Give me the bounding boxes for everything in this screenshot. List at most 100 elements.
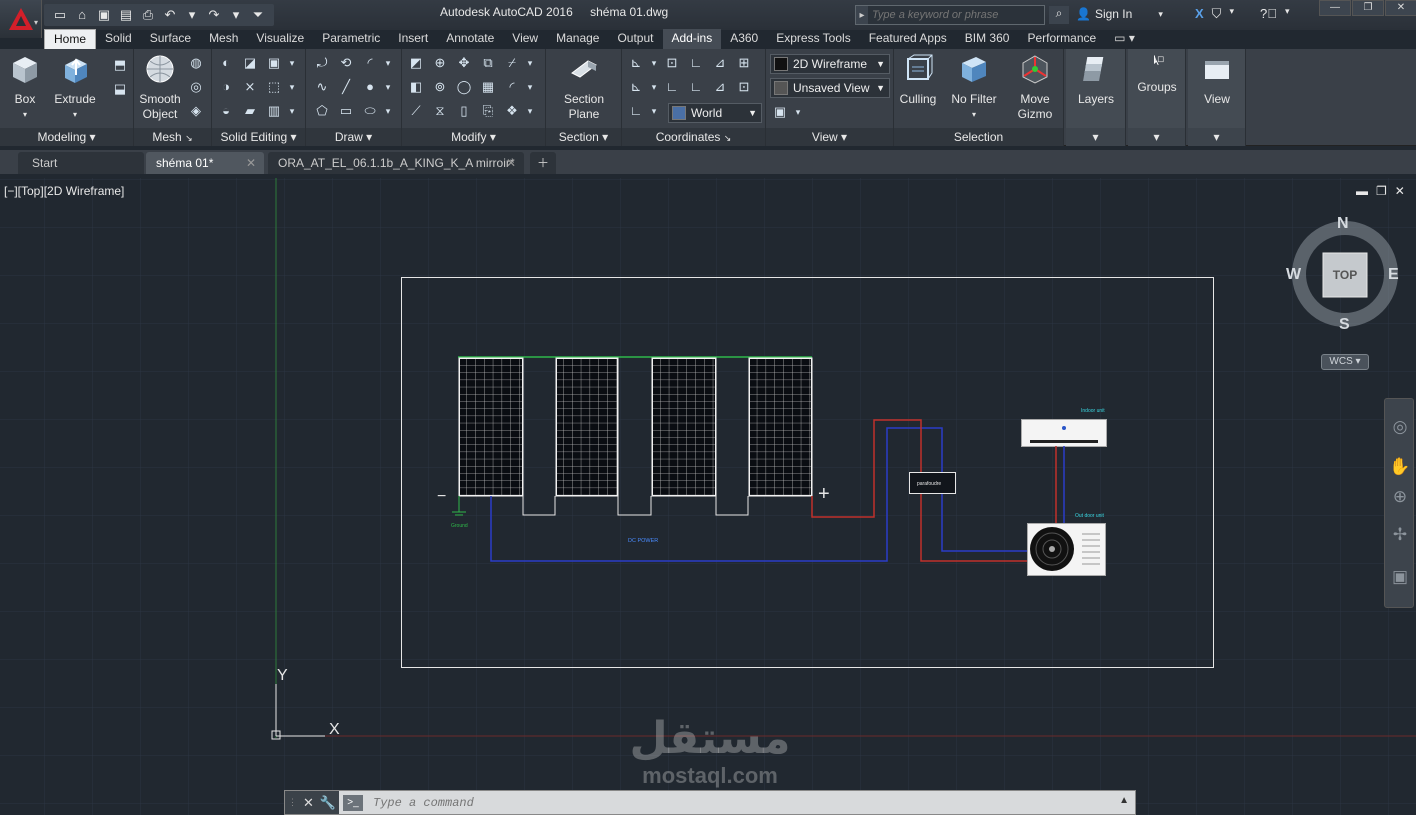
viewport-restore-icon[interactable]: ❐ (1376, 184, 1387, 198)
ellipse-icon[interactable]: ⬭ (360, 101, 380, 121)
ucs-origin-icon[interactable]: ∟ (686, 53, 706, 73)
panel-view-utilities[interactable]: View ▾ (1188, 49, 1246, 146)
compass-south[interactable]: S (1339, 316, 1350, 334)
tab-annotate[interactable]: Annotate (437, 29, 503, 49)
tab-parametric[interactable]: Parametric (313, 29, 389, 49)
wcs-menu[interactable]: WCS ▾ (1321, 354, 1369, 370)
chevron-down-icon[interactable]: ▾ (650, 53, 658, 73)
polyline-icon[interactable]: ⤾ (312, 53, 332, 73)
chevron-down-icon[interactable]: ▾ (288, 53, 296, 73)
array-icon[interactable]: ▦ (478, 77, 498, 97)
ucs-3point-icon[interactable]: ∟ (686, 77, 706, 97)
ucs-named-icon[interactable]: ⊡ (662, 53, 682, 73)
save-icon[interactable]: ▣ (94, 6, 114, 24)
view-expand[interactable]: ▾ (1188, 128, 1245, 146)
viewport-controls-label[interactable]: [−][Top][2D Wireframe] (4, 184, 124, 198)
tab-insert[interactable]: Insert (389, 29, 437, 49)
viewport-minimize-icon[interactable]: ▬ (1356, 184, 1368, 198)
thicken-icon[interactable]: ▰ (240, 101, 260, 121)
showmotion-icon[interactable]: ▣ (1389, 567, 1411, 589)
solar-panel-1[interactable] (458, 357, 524, 497)
named-view-select[interactable]: Unsaved View ▼ (770, 78, 890, 98)
doc-tab-start[interactable]: Start (18, 152, 144, 174)
mesh-refine-icon[interactable]: ◈ (186, 101, 206, 121)
chamfer-icon[interactable]: ◧ (406, 77, 426, 97)
polygon-icon[interactable]: ⬠ (312, 101, 332, 121)
3d-rotate-icon[interactable]: ⊕ (430, 53, 450, 73)
box-button[interactable]: Box ▾ (6, 53, 44, 122)
exchange-apps-icon[interactable]: X (1195, 6, 1204, 22)
restore-button[interactable]: ❐ (1352, 0, 1384, 16)
chevron-down-icon[interactable]: ▾ (1229, 6, 1234, 22)
3d-polyline-icon[interactable]: ⟲ (336, 53, 356, 73)
ucs-z-icon[interactable]: ⊿ (710, 53, 730, 73)
no-filter-button[interactable]: No Filter ▾ (946, 53, 1002, 122)
tab-bim-360[interactable]: BIM 360 (956, 29, 1019, 49)
tab-visualize[interactable]: Visualize (247, 29, 313, 49)
rotate-icon[interactable]: ◯ (454, 77, 474, 97)
chevron-down-icon[interactable]: ▾ (650, 77, 658, 97)
layers-button[interactable]: Layers (1072, 53, 1120, 107)
rectangle-icon[interactable]: ▭ (336, 101, 356, 121)
panel-groups[interactable]: Groups ▾ (1128, 49, 1186, 146)
subtract-icon[interactable]: ◑ (216, 77, 236, 97)
view-button[interactable]: View (1192, 53, 1242, 107)
slice-icon[interactable]: ◪ (240, 53, 260, 73)
tab-express-tools[interactable]: Express Tools (767, 29, 859, 49)
solar-panel-2[interactable] (555, 357, 619, 497)
chevron-down-icon[interactable]: ▾ (1285, 6, 1290, 22)
panel-title-modeling[interactable]: Modeling ▾ (0, 128, 133, 146)
new-file-icon[interactable]: ▭ (50, 6, 70, 24)
line-icon[interactable]: ╱ (336, 77, 356, 97)
tab-home[interactable]: Home (44, 29, 97, 49)
chevron-down-icon[interactable]: ▾ (384, 77, 392, 97)
tab-solid[interactable]: Solid (96, 29, 141, 49)
indoor-unit[interactable] (1021, 419, 1107, 447)
tab-view[interactable]: View (503, 29, 547, 49)
chevron-down-icon[interactable]: ▾ (288, 101, 296, 121)
break-icon[interactable]: ⌿ (502, 53, 522, 73)
circle-icon[interactable]: ● (360, 77, 380, 97)
close-icon[interactable]: ✕ (506, 152, 516, 174)
close-icon[interactable]: ✕ (303, 795, 314, 811)
undo-icon[interactable]: ↶ (160, 6, 180, 24)
chevron-down-icon[interactable]: ▾ (384, 53, 392, 73)
command-input[interactable] (373, 794, 1073, 812)
ucs-icon[interactable]: ⊾ (626, 53, 646, 73)
fillet-edge-icon[interactable]: ◩ (406, 53, 426, 73)
chevron-down-icon[interactable]: ▾ (526, 53, 534, 73)
help-icon[interactable]: ?⃝ (1260, 6, 1277, 22)
viewport-close-icon[interactable]: ✕ (1395, 184, 1405, 198)
close-icon[interactable]: ✕ (246, 152, 256, 174)
tab-a360[interactable]: A360 (721, 29, 767, 49)
offset-edge-icon[interactable]: ⧉ (478, 53, 498, 73)
solid-edit-face-icon[interactable]: ▣ (264, 53, 284, 73)
solar-panel-3[interactable] (651, 357, 717, 497)
panel-layers[interactable]: Layers ▾ (1066, 49, 1126, 146)
ucs-previous-icon[interactable]: ∟ (662, 77, 682, 97)
panel-title-coordinates[interactable]: Coordinates ↘ (622, 128, 765, 146)
3d-scale-icon[interactable]: ⊚ (430, 77, 450, 97)
application-menu-button[interactable]: ▾ (0, 0, 42, 38)
extract-edges-icon[interactable]: ⬚ (264, 77, 284, 97)
search-input[interactable] (868, 6, 1044, 24)
copy-icon[interactable]: ⎘ (478, 101, 498, 121)
separate-icon[interactable]: ▥ (264, 101, 284, 121)
ucs-face-icon[interactable]: ⊿ (710, 77, 730, 97)
steering-wheel-icon[interactable]: ◎ (1389, 417, 1411, 439)
chevron-down-icon[interactable]: ▾ (526, 101, 534, 121)
ucs-x-icon[interactable]: ∟ (626, 101, 646, 121)
visual-style-select[interactable]: 2D Wireframe ▼ (770, 54, 890, 74)
chevron-up-icon[interactable]: ▲ (1119, 795, 1129, 806)
tab-output[interactable]: Output (608, 29, 662, 49)
extrude-button[interactable]: Extrude ▾ (52, 53, 98, 122)
sign-in-button[interactable]: 👤 Sign In ▾ (1076, 7, 1163, 21)
chevron-down-icon[interactable]: ▾ (384, 101, 392, 121)
chevron-down-icon[interactable]: ▾ (794, 102, 802, 122)
3d-align-icon[interactable]: ⧖ (430, 101, 450, 121)
intersect-icon[interactable]: ◒ (216, 101, 236, 121)
presspull-icon[interactable]: ⬒ (110, 55, 130, 75)
fillet-icon[interactable]: ◜ (502, 77, 522, 97)
doc-tab-shema[interactable]: shéma 01* ✕ (146, 152, 264, 174)
save-as-icon[interactable]: ▤ (116, 6, 136, 24)
